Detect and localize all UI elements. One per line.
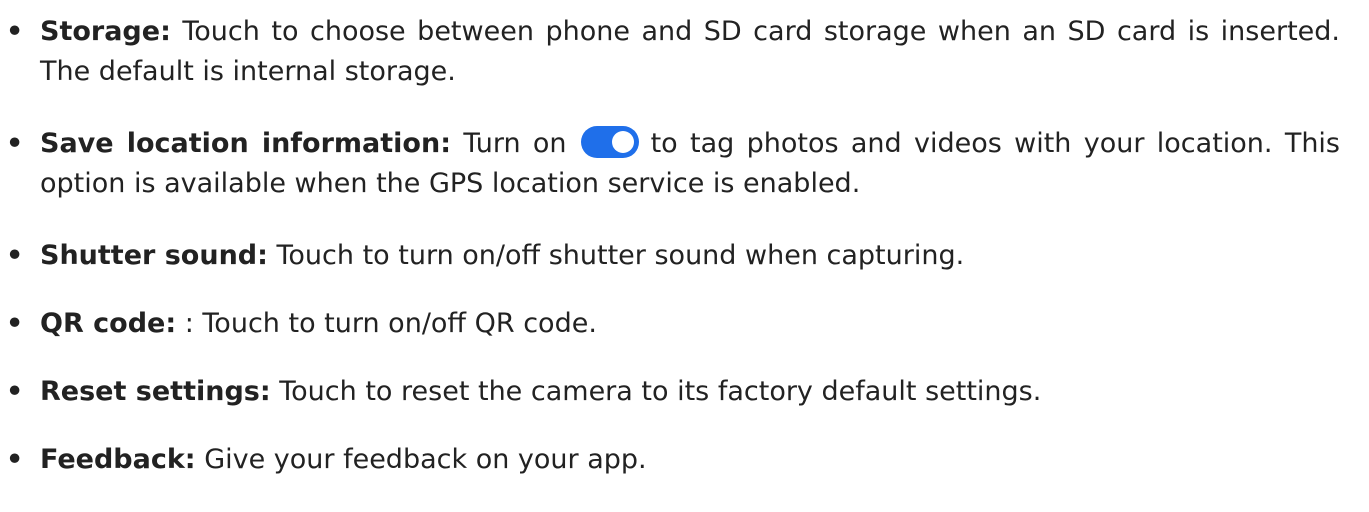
list-item-feedback: • Feedback: Give your feedback on your a…	[6, 440, 1340, 480]
bullet-icon: •	[6, 16, 24, 47]
toggle-knob	[611, 131, 634, 153]
item-description-before-toggle: Turn on	[451, 128, 567, 159]
list-item-reset-settings: • Reset settings: Touch to reset the cam…	[6, 372, 1340, 412]
list-item-shutter-sound: • Shutter sound: Touch to turn on/off sh…	[6, 236, 1340, 276]
item-description: Give your feedback on your app.	[195, 444, 647, 475]
item-description: : Touch to turn on/off QR code.	[176, 308, 597, 339]
item-description: Touch to reset the camera to its factory…	[270, 376, 1042, 407]
item-term: Shutter sound:	[40, 240, 268, 271]
item-term: Storage:	[40, 16, 171, 47]
bullet-icon: •	[6, 376, 24, 407]
document-page: • Storage: Touch to choose between phone…	[0, 0, 1369, 512]
item-term: Save location information:	[40, 128, 452, 159]
bullet-icon: •	[6, 308, 24, 339]
list-item-save-location: • Save location information: Turn on to t…	[6, 124, 1340, 204]
toggle-switch-on-icon	[580, 126, 639, 158]
item-description: Touch to choose between phone and SD car…	[40, 16, 1340, 87]
item-term: Feedback:	[40, 444, 196, 475]
item-description: Touch to turn on/off shutter sound when …	[267, 240, 965, 271]
item-term: Reset settings:	[40, 376, 271, 407]
item-term: QR code:	[40, 308, 177, 339]
list-item-storage: • Storage: Touch to choose between phone…	[6, 12, 1340, 92]
bullet-icon: •	[6, 128, 24, 159]
bullet-icon: •	[6, 240, 24, 271]
bullet-icon: •	[6, 444, 24, 475]
list-item-qr-code: • QR code: : Touch to turn on/off QR cod…	[6, 304, 1340, 344]
